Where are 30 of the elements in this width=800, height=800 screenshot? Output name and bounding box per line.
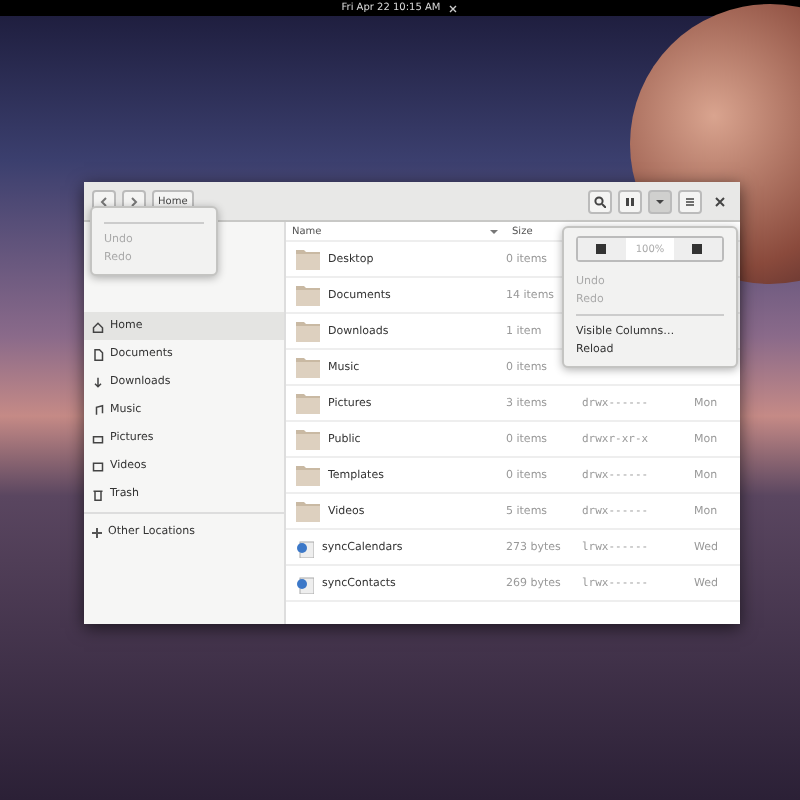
square-icon — [596, 243, 608, 255]
grid-icon — [624, 195, 636, 207]
menu-button[interactable] — [678, 189, 702, 213]
close-icon — [714, 195, 726, 207]
download-icon — [92, 375, 104, 389]
trash-icon — [92, 487, 104, 501]
menu-icon — [684, 195, 696, 207]
folder-icon — [296, 428, 320, 450]
link-file-icon — [296, 573, 314, 593]
folder-icon — [296, 500, 320, 522]
link-file-icon — [296, 537, 314, 557]
home-icon — [92, 319, 104, 333]
folder-icon — [296, 248, 320, 270]
back-icon — [98, 195, 110, 207]
square-icon — [692, 243, 704, 255]
plus-icon — [92, 527, 102, 537]
caret-icon — [654, 195, 666, 207]
zoom-out-button[interactable] — [578, 238, 626, 260]
folder-icon — [296, 464, 320, 486]
forward-icon — [128, 195, 140, 207]
folder-icon — [296, 320, 320, 342]
view-grid-button[interactable] — [618, 189, 642, 213]
folder-icon — [296, 392, 320, 414]
folder-icon — [296, 356, 320, 378]
zoom-in-button[interactable] — [674, 238, 722, 260]
search-button[interactable] — [588, 189, 612, 213]
folder-icon — [296, 284, 320, 306]
view-options-button[interactable] — [648, 189, 672, 213]
search-icon — [594, 195, 606, 207]
document-icon — [92, 347, 104, 361]
